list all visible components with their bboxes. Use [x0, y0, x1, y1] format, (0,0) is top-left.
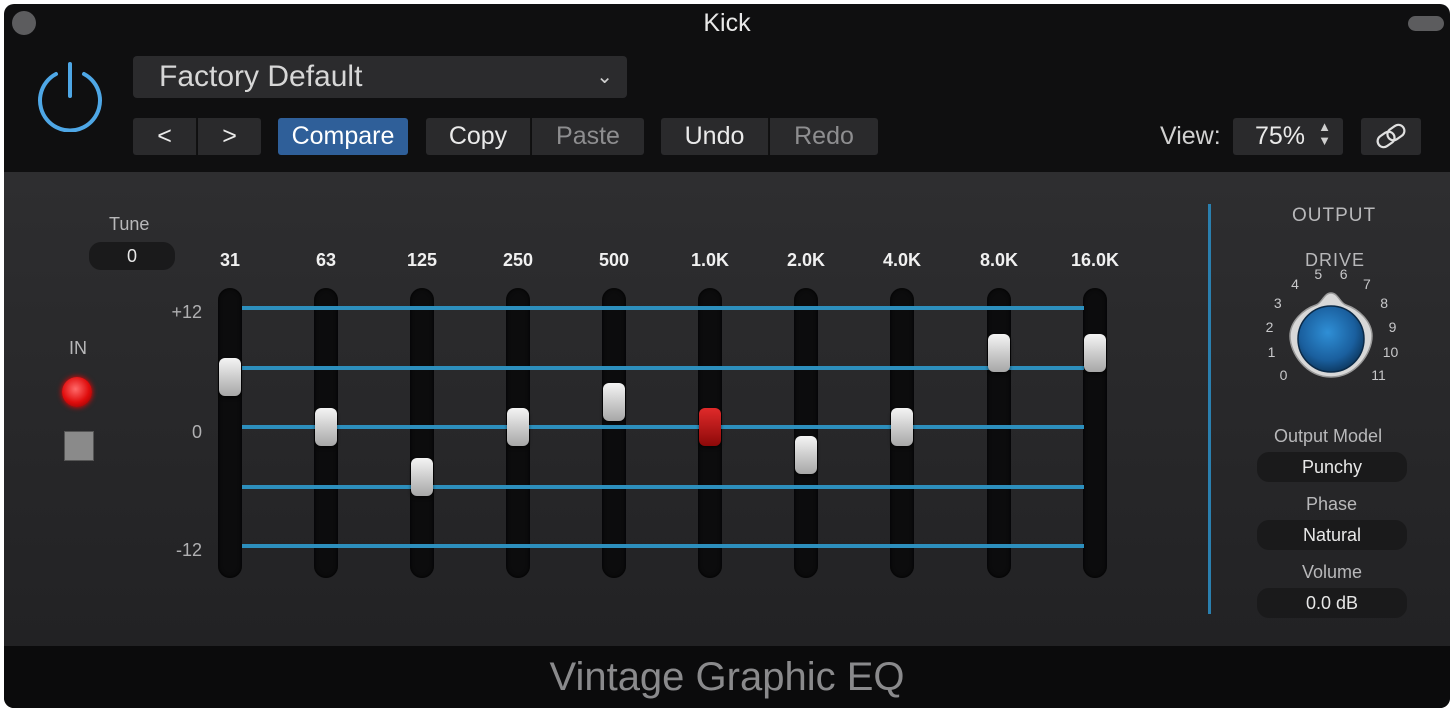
view-label: View:	[1160, 122, 1221, 150]
band-slider-thumb[interactable]	[315, 408, 337, 446]
band-slider-thumb[interactable]	[795, 435, 817, 474]
output-divider	[1208, 204, 1211, 614]
drive-scale-number: 5	[1314, 266, 1323, 283]
eq-panel: Tune 0 IN +12 0 -12 OUTPUT DRIVE Output …	[4, 172, 1450, 646]
view-zoom-value: 75%	[1255, 122, 1306, 150]
window-title: Kick	[703, 9, 751, 37]
band-slider-thumb[interactable]	[219, 358, 241, 397]
power-icon[interactable]	[34, 60, 106, 132]
drive-scale-number: 7	[1363, 276, 1371, 293]
band-frequency-label: 8.0K	[979, 250, 1019, 270]
band-slider-thumb[interactable]	[1084, 333, 1106, 372]
band-slider-thumb[interactable]	[603, 383, 625, 422]
band-slider-thumb[interactable]	[891, 408, 913, 446]
drive-scale-number: 10	[1382, 344, 1399, 361]
input-led[interactable]	[62, 377, 92, 407]
band-slider-thumb[interactable]	[507, 408, 529, 446]
input-label: IN	[69, 338, 87, 358]
band-frequency-label: 4.0K	[882, 250, 922, 270]
stepper-icon: ▲ ▼	[1318, 119, 1331, 148]
undo-button[interactable]: Undo	[661, 118, 769, 155]
window-pill-button[interactable]	[1408, 16, 1444, 31]
band-slider-track[interactable]	[794, 288, 818, 578]
band-frequency-label: 63	[315, 250, 337, 270]
band-frequency-label: 500	[598, 250, 630, 270]
preset-menu[interactable]: Factory Default ⌄	[133, 56, 627, 98]
drive-knob[interactable]	[1286, 291, 1376, 381]
plugin-name-footer: Vintage Graphic EQ	[4, 646, 1450, 708]
drive-scale-number: 2	[1265, 319, 1274, 336]
link-button[interactable]	[1361, 118, 1421, 155]
band-slider-track[interactable]	[987, 288, 1011, 578]
drive-scale-number: 3	[1273, 295, 1282, 312]
grid-line	[242, 544, 1084, 548]
band-frequency-label: 31	[219, 250, 241, 270]
band-frequency-label: 1.0K	[690, 250, 730, 270]
redo-button[interactable]: Redo	[770, 118, 878, 155]
band-slider-track[interactable]	[1083, 288, 1107, 578]
grid-line	[242, 485, 1084, 489]
band-slider-thumb[interactable]	[411, 457, 433, 496]
drive-scale-number: 1	[1267, 344, 1276, 361]
next-preset-button[interactable]: >	[198, 118, 261, 155]
output-model-select[interactable]: Punchy	[1257, 452, 1407, 482]
band-slider-track[interactable]	[218, 288, 242, 578]
copy-button[interactable]: Copy	[426, 118, 531, 155]
drive-scale-number: 8	[1380, 295, 1389, 312]
band-frequency-label: 250	[502, 250, 534, 270]
plugin-window: Kick Factory Default ⌄ < > Compare Copy …	[4, 4, 1450, 708]
paste-button[interactable]: Paste	[532, 118, 644, 155]
output-model-label: Output Model	[1274, 426, 1383, 446]
scale-label-bottom: -12	[175, 540, 202, 560]
link-icon	[1376, 123, 1406, 149]
drive-scale-number: 0	[1279, 366, 1288, 383]
drive-knob-graphic	[1289, 292, 1373, 378]
band-slider-thumb[interactable]	[988, 333, 1010, 372]
tune-label: Tune	[109, 214, 150, 234]
band-frequency-label: 16.0K	[1070, 250, 1120, 270]
grid-line	[242, 306, 1084, 310]
band-slider-thumb[interactable]	[699, 408, 721, 446]
plugin-header: Factory Default ⌄ < > Compare Copy Paste…	[4, 44, 1450, 172]
phase-select[interactable]: Natural	[1257, 520, 1407, 550]
scale-label-top: +12	[171, 302, 202, 322]
grid-line	[242, 425, 1084, 429]
chevron-down-icon: ⌄	[596, 66, 613, 88]
grid-line	[242, 366, 1084, 370]
compare-button[interactable]: Compare	[278, 118, 408, 155]
drive-scale-number: 11	[1371, 366, 1386, 383]
band-slider-track[interactable]	[410, 288, 434, 578]
band-frequency-label: 2.0K	[786, 250, 826, 270]
preset-name: Factory Default	[159, 60, 363, 93]
scale-label-mid: 0	[191, 422, 202, 442]
drive-scale-number: 9	[1388, 319, 1397, 336]
phase-label: Phase	[1306, 494, 1358, 514]
previous-preset-button[interactable]: <	[133, 118, 197, 155]
input-toggle[interactable]	[64, 431, 94, 461]
drive-scale-number: 6	[1339, 266, 1348, 283]
band-slider-track[interactable]	[602, 288, 626, 578]
band-frequency-label: 125	[406, 250, 438, 270]
output-heading: OUTPUT	[1292, 205, 1377, 226]
volume-value[interactable]: 0.0 dB	[1257, 588, 1407, 618]
view-zoom-select[interactable]: 75% ▲ ▼	[1233, 118, 1343, 155]
title-bar: Kick	[4, 4, 1450, 44]
tune-value[interactable]: 0	[89, 242, 175, 270]
volume-label: Volume	[1302, 562, 1363, 582]
drive-scale-number: 4	[1291, 276, 1299, 293]
